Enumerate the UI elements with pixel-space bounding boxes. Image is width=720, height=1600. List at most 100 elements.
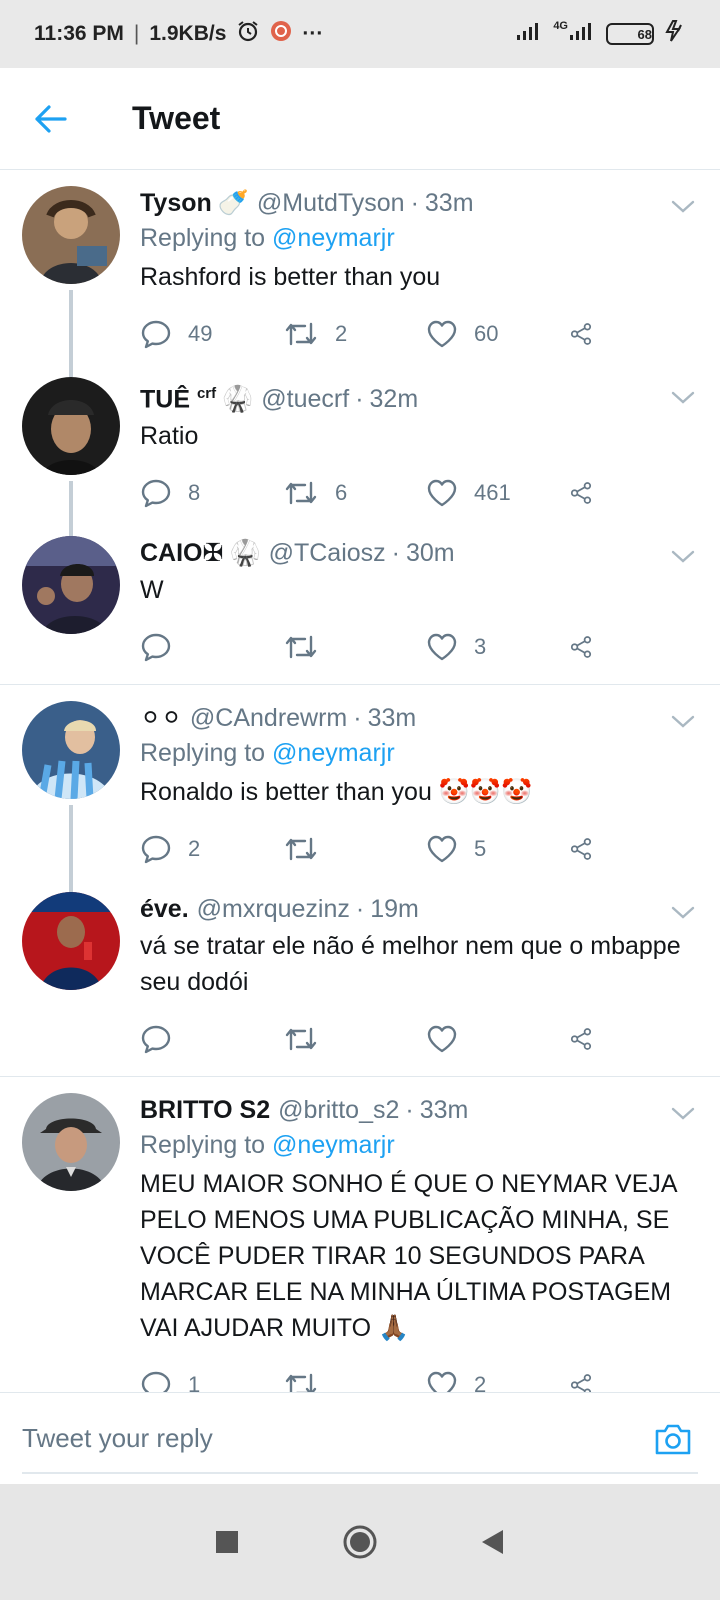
author-handle[interactable]: @mxrquezinz [197, 892, 350, 926]
like-button[interactable]: 5 [426, 834, 569, 864]
reply-button[interactable] [140, 632, 283, 662]
retweet-button[interactable] [283, 633, 426, 661]
tweet[interactable]: CAIO✠ 🥋 @TCaiosz · 30m W 3 [0, 520, 720, 686]
avatar[interactable] [22, 186, 120, 284]
recents-button[interactable] [197, 1512, 257, 1572]
share-icon [570, 1028, 592, 1051]
reply-button[interactable]: 8 [140, 478, 283, 508]
tweet-time: 33m [424, 189, 474, 217]
back-nav-button[interactable] [463, 1512, 523, 1572]
replying-to: Replying to @neymarjr [140, 1127, 694, 1164]
retweet-button[interactable] [283, 1025, 426, 1053]
author-name[interactable]: TUÊ crf [140, 377, 216, 416]
status-bar: 11:36 PM | 1.9KB/s ··· 4G 68 [0, 0, 720, 68]
avatar[interactable] [22, 377, 120, 475]
author-emoji: 🥋 [222, 385, 254, 414]
tweet-actions: 3 [140, 620, 694, 674]
reply-icon [141, 1026, 171, 1054]
chevron-down-icon[interactable] [668, 707, 698, 737]
meta-dot: · [355, 895, 365, 924]
share-icon [570, 323, 592, 345]
tweet-text: Ronaldo is better than you 🤡🤡🤡 [140, 778, 533, 807]
tweet-text: W [140, 576, 164, 605]
avatar[interactable] [22, 536, 120, 635]
tweet[interactable]: Tyson 🍼 @MutdTyson · 33m Replying to @ne… [0, 170, 720, 377]
tweet-time: 30m [406, 539, 455, 568]
share-button[interactable] [569, 632, 609, 662]
author-handle[interactable]: @CAndrewrm [190, 701, 347, 735]
retweet-button[interactable]: 2 [283, 320, 426, 348]
signal-icon [515, 20, 543, 48]
like-button[interactable]: 60 [426, 319, 569, 349]
like-count: 5 [474, 836, 487, 862]
like-button[interactable]: 461 [426, 478, 569, 508]
battery-level: 68 [637, 26, 652, 42]
reply-button[interactable]: 49 [140, 319, 283, 349]
share-button[interactable] [569, 834, 609, 864]
replying-to: Replying to @neymarjr [140, 735, 694, 772]
retweet-icon [285, 482, 317, 505]
tweet-actions: 8 6 461 [140, 466, 694, 520]
replies-feed[interactable]: Tyson 🍼 @MutdTyson · 33m Replying to @ne… [0, 170, 720, 1420]
avatar[interactable] [22, 892, 120, 991]
home-button[interactable] [330, 1512, 390, 1572]
share-button[interactable] [569, 478, 609, 508]
replying-mention[interactable]: @neymarjr [272, 224, 395, 252]
share-button[interactable] [569, 1024, 609, 1054]
camera-button[interactable] [648, 1414, 698, 1464]
reply-icon [141, 320, 171, 349]
meta-dot: · [353, 704, 362, 733]
tweet-text: vá se tratar ele não é melhor nem que o … [140, 932, 681, 997]
replying-mention[interactable]: @neymarjr [272, 739, 395, 767]
retweet-icon [285, 1028, 317, 1051]
tweet-time: 33m [367, 704, 417, 733]
tweet-text: Ratio [140, 422, 199, 451]
tweet[interactable]: BRITTO S2 @britto_s2 · 33m Replying to @… [0, 1077, 720, 1412]
chevron-down-icon[interactable] [668, 542, 698, 572]
alarm-icon [236, 19, 260, 49]
replying-to: Replying to @neymarjr [140, 220, 694, 257]
chevron-down-icon[interactable] [668, 1099, 698, 1129]
author-handle[interactable]: @MutdTyson [257, 186, 405, 220]
avatar[interactable] [22, 1093, 120, 1192]
reply-count: 8 [188, 480, 201, 506]
like-count: 3 [474, 634, 487, 660]
author-name[interactable]: Tyson [140, 186, 212, 220]
like-button[interactable] [426, 1024, 569, 1054]
share-icon [570, 838, 592, 861]
retweet-button[interactable] [283, 835, 426, 863]
reply-button[interactable] [140, 1024, 283, 1054]
reply-icon [141, 480, 171, 508]
chevron-down-icon[interactable] [668, 192, 698, 222]
chevron-down-icon[interactable] [668, 383, 698, 413]
author-handle[interactable]: @britto_s2 [278, 1093, 399, 1127]
tweet[interactable]: éve. @mxrquezinz · 19m vá se tratar ele … [0, 876, 720, 1078]
reply-button[interactable]: 2 [140, 834, 283, 864]
avatar[interactable] [22, 701, 120, 800]
like-button[interactable]: 3 [426, 632, 569, 662]
tweet[interactable]: ⚪⚪ @CAndrewrm · 33m Replying to @neymarj… [0, 685, 720, 893]
retweet-button[interactable]: 6 [283, 479, 426, 507]
author-name[interactable]: BRITTO S2 [140, 1093, 270, 1127]
author-handle[interactable]: @TCaiosz [269, 536, 386, 570]
tweet[interactable]: TUÊ crf 🥋 @tuecrf · 32m Ratio 8 6 461 [0, 361, 720, 537]
circle-icon [343, 1525, 377, 1559]
meta-dot: · [355, 385, 364, 414]
chevron-down-icon[interactable] [668, 898, 698, 928]
author-name[interactable]: éve. [140, 892, 189, 926]
status-separator: | [133, 22, 140, 45]
replying-mention[interactable]: @neymarjr [272, 1131, 395, 1159]
author-name[interactable]: CAIO✠ [140, 536, 223, 570]
thread-line [69, 805, 73, 893]
author-handle[interactable]: @tuecrf [261, 382, 349, 416]
reply-input[interactable] [22, 1423, 648, 1454]
back-button[interactable] [0, 69, 100, 169]
share-icon [570, 636, 592, 659]
share-button[interactable] [569, 319, 609, 349]
battery-icon: 68 [606, 23, 654, 45]
retweet-count: 6 [335, 480, 348, 506]
heart-icon [427, 480, 457, 507]
retweet-icon [285, 838, 317, 861]
reply-icon [141, 634, 171, 662]
status-more: ··· [302, 22, 324, 45]
